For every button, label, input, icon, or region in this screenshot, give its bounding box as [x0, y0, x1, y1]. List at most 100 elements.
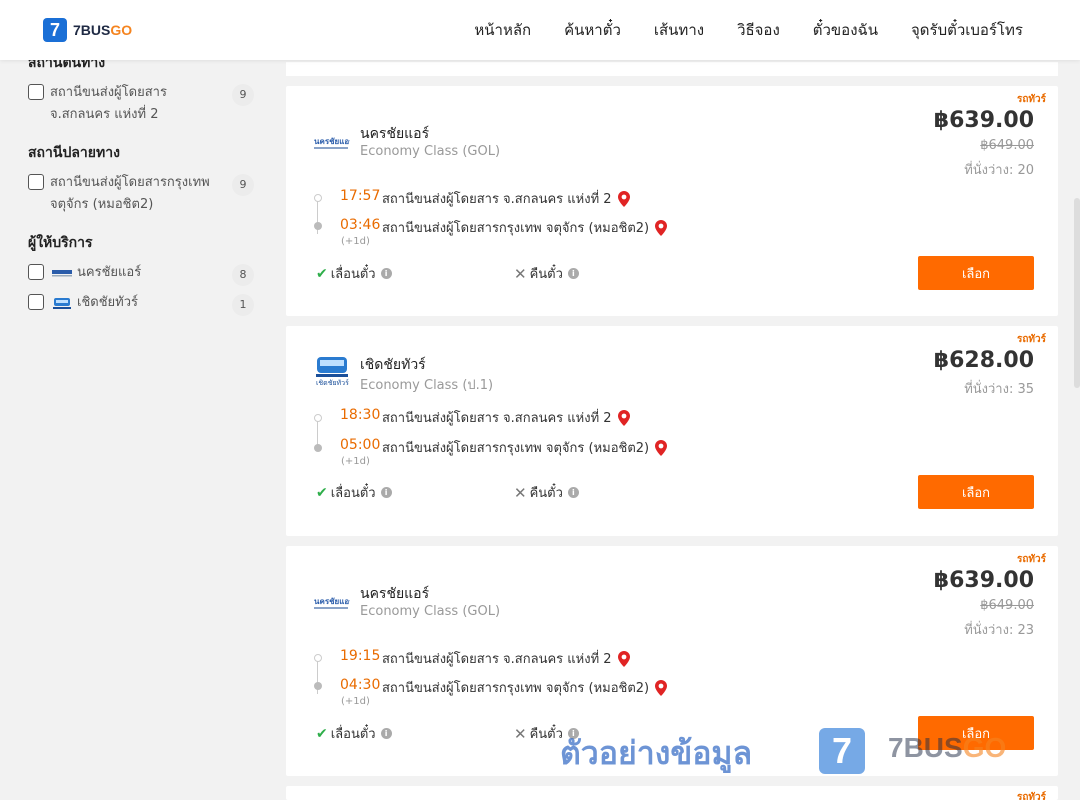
reschedule-policy: ✔ เลื่อนตั๋ว i: [316, 263, 392, 284]
select-trip-button[interactable]: เลือก: [918, 475, 1034, 509]
arrival-time: 03:46: [340, 217, 381, 233]
map-pin-icon[interactable]: [655, 439, 668, 456]
cross-icon: ✕: [514, 264, 527, 283]
provider-label: นครชัยแอร์: [77, 265, 142, 280]
map-pin-icon[interactable]: [655, 219, 668, 236]
ticket-price: ฿639.00: [933, 568, 1034, 593]
operator-name: เชิดชัยทัวร์: [360, 357, 426, 373]
nav-how-to-book[interactable]: วิธีจอง: [737, 18, 780, 42]
nakhonchai-logo-icon: [52, 269, 72, 276]
map-pin-icon[interactable]: [617, 409, 630, 426]
seat-class: Economy Class (GOL): [360, 604, 501, 619]
operator-name: นครชัยแอร์: [360, 126, 430, 142]
trip-card: รถทัวร์ เชิดชัยทัวร์ เชิดชัยทัวร์ Econom…: [286, 326, 1058, 536]
arrival-dot: [314, 682, 322, 690]
check-icon: ✔: [316, 265, 328, 282]
nav-my-tickets[interactable]: ตั๋วของฉัน: [813, 18, 878, 42]
svg-text:นครชัยแอร์: นครชัยแอร์: [314, 596, 350, 606]
origin-label: สถานีขนส่งผู้โดยสาร จ.สกลนคร แห่งที่ 2: [50, 85, 167, 122]
departure-station: สถานีขนส่งผู้โดยสาร จ.สกลนคร แห่งที่ 2: [382, 648, 630, 669]
provider-heading: ผู้ให้บริการ: [28, 235, 93, 251]
destination-checkbox[interactable]: [28, 174, 44, 190]
previous-card-bottom: [286, 62, 1058, 76]
filter-provider-item[interactable]: เชิดชัยทัวร์ 1: [28, 292, 256, 316]
nav-search-ticket[interactable]: ค้นหาตั๋ว: [564, 18, 621, 42]
arrival-station: สถานีขนส่งผู้โดยสารกรุงเทพ จตุจักร (หมอช…: [382, 437, 668, 458]
logo-text: 7BUSGO: [73, 22, 133, 38]
seat-class: Economy Class (GOL): [360, 144, 501, 159]
arrival-dot: [314, 222, 322, 230]
bus-type-badge: รถทัวร์: [1016, 334, 1046, 345]
select-trip-button[interactable]: เลือก: [918, 256, 1034, 290]
watermark-brand: 7BUSGO: [888, 732, 1007, 763]
seats-available: ที่นั่งว่าง: 35: [964, 382, 1034, 397]
info-icon[interactable]: i: [380, 268, 392, 279]
cross-icon: ✕: [514, 724, 527, 743]
top-header: 7 7BUSGO หน้าหลัก ค้นหาตั๋ว เส้นทาง วิธี…: [0, 0, 1080, 60]
next-day-label: (+1d): [341, 696, 370, 707]
nakhonchai-logo-icon: นครชัยแอร์: [314, 596, 350, 609]
next-day-label: (+1d): [341, 236, 370, 247]
destination-count: 9: [232, 174, 254, 196]
provider-checkbox[interactable]: [28, 264, 44, 280]
destination-label: สถานีขนส่งผู้โดยสารกรุงเทพ จตุจักร (หมอช…: [50, 175, 210, 212]
arrival-time: 05:00: [340, 437, 381, 453]
departure-dot: [314, 414, 322, 422]
nav-routes[interactable]: เส้นทาง: [654, 18, 704, 42]
nav-ticket-points[interactable]: จุดรับตั๋วเบอร์โทร: [911, 18, 1023, 42]
info-icon[interactable]: i: [380, 487, 392, 498]
bus-type-badge: รถทัวร์: [1016, 792, 1046, 800]
bus-type-badge: รถทัวร์: [1016, 554, 1046, 565]
watermark-logo-mark: 7: [819, 728, 865, 774]
operator-name: นครชัยแอร์: [360, 586, 430, 602]
arrival-dot: [314, 444, 322, 452]
check-icon: ✔: [316, 725, 328, 742]
departure-time: 17:57: [340, 188, 381, 204]
nav-home[interactable]: หน้าหลัก: [474, 18, 531, 42]
page-scrollbar[interactable]: [1074, 198, 1080, 388]
departure-dot: [314, 194, 322, 202]
provider-count: 1: [232, 294, 254, 316]
map-pin-icon[interactable]: [617, 650, 630, 667]
sample-data-watermark: ตัวอย่างข้อมูล: [560, 734, 753, 772]
reschedule-policy: ✔ เลื่อนตั๋ว i: [316, 723, 392, 744]
departure-station: สถานีขนส่งผู้โดยสาร จ.สกลนคร แห่งที่ 2: [382, 407, 630, 428]
seats-available: ที่นั่งว่าง: 23: [964, 623, 1034, 638]
filter-origin-item[interactable]: สถานีขนส่งผู้โดยสาร จ.สกลนคร แห่งที่ 2 9: [28, 82, 256, 126]
map-pin-icon[interactable]: [617, 190, 630, 207]
info-icon[interactable]: i: [567, 487, 579, 498]
info-icon[interactable]: i: [567, 268, 579, 279]
arrival-station: สถานีขนส่งผู้โดยสารกรุงเทพ จตุจักร (หมอช…: [382, 677, 668, 698]
filter-provider-item[interactable]: นครชัยแอร์ 8: [28, 262, 256, 286]
refund-policy: ✕ คืนตั๋ว i: [514, 263, 579, 284]
map-pin-icon[interactable]: [655, 679, 668, 696]
refund-policy: ✕ คืนตั๋ว i: [514, 482, 579, 503]
trip-card-partial: รถทัวร์: [286, 786, 1058, 800]
cherdchai-logo-icon: [53, 297, 71, 309]
provider-label: เชิดชัยทัวร์: [77, 295, 139, 310]
destination-heading: สถานีปลายทาง: [28, 145, 120, 161]
cross-icon: ✕: [514, 483, 527, 502]
origin-count: 9: [232, 84, 254, 106]
filter-sidebar: สถานีต้นทาง สถานีขนส่งผู้โดยสาร จ.สกลนคร…: [28, 40, 256, 324]
provider-checkbox[interactable]: [28, 294, 44, 310]
original-price: ฿649.00: [980, 138, 1034, 153]
arrival-time: 04:30: [340, 677, 381, 693]
origin-checkbox[interactable]: [28, 84, 44, 100]
site-logo[interactable]: 7 7BUSGO: [43, 18, 132, 42]
original-price: ฿649.00: [980, 598, 1034, 613]
seat-class: Economy Class (ป.1): [360, 378, 494, 393]
check-icon: ✔: [316, 484, 328, 501]
filter-destination-item[interactable]: สถานีขนส่งผู้โดยสารกรุงเทพ จตุจักร (หมอช…: [28, 172, 256, 216]
info-icon[interactable]: i: [380, 728, 392, 739]
arrival-station: สถานีขนส่งผู้โดยสารกรุงเทพ จตุจักร (หมอช…: [382, 217, 668, 238]
provider-count: 8: [232, 264, 254, 286]
departure-time: 18:30: [340, 407, 381, 423]
departure-dot: [314, 654, 322, 662]
svg-text:นครชัยแอร์: นครชัยแอร์: [314, 136, 350, 146]
next-day-label: (+1d): [341, 456, 370, 467]
seats-available: ที่นั่งว่าง: 20: [964, 163, 1034, 178]
departure-time: 19:15: [340, 648, 381, 664]
bus-type-badge: รถทัวร์: [1016, 94, 1046, 105]
main-nav: หน้าหลัก ค้นหาตั๋ว เส้นทาง วิธีจอง ตั๋วข…: [441, 0, 1023, 60]
